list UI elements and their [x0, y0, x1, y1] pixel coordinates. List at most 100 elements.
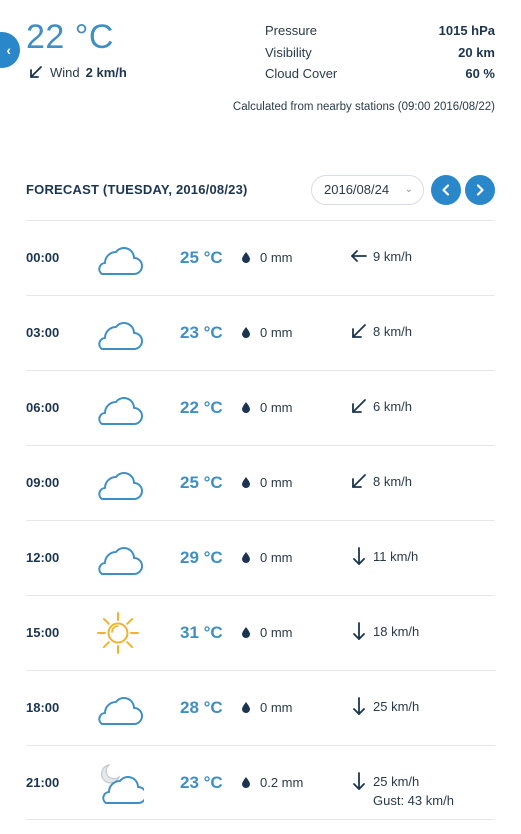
wind-direction-s-icon	[350, 772, 368, 790]
forecast-precipitation: 0 mm	[242, 400, 293, 415]
chevron-left-icon	[442, 184, 450, 196]
forecast-time: 21:00	[26, 775, 60, 790]
wind-direction-s-icon	[350, 622, 368, 640]
forecast-time: 12:00	[26, 550, 60, 565]
wind-direction-sw-icon	[350, 397, 368, 415]
forecast-wind: 8 km/h	[350, 472, 412, 491]
precipitation-value: 0 mm	[260, 700, 293, 715]
stat-pressure: Pressure 1015 hPa	[265, 20, 495, 42]
forecast-title: FORECAST (TUESDAY, 2016/08/23)	[26, 182, 248, 197]
forecast-wind: 6 km/h	[350, 397, 412, 416]
forecast-row: 21:00 23 °C 0.2 mm 25 km/h Gust: 43 km/h	[26, 745, 495, 820]
back-button[interactable]: ‹	[0, 32, 20, 68]
wind-direction-w-icon	[350, 247, 368, 265]
precipitation-value: 0 mm	[260, 250, 293, 265]
chevron-down-icon: ⌄	[404, 184, 413, 195]
date-select[interactable]: 2016/08/24 ⌄	[311, 175, 424, 205]
precipitation-value: 0 mm	[260, 325, 293, 340]
forecast-time: 18:00	[26, 700, 60, 715]
forecast-time: 09:00	[26, 475, 60, 490]
stat-label: Cloud Cover	[265, 66, 338, 81]
precipitation-value: 0.2 mm	[260, 775, 304, 790]
forecast-wind: 9 km/h	[350, 247, 412, 266]
forecast-precipitation: 0 mm	[242, 550, 293, 565]
raindrop-icon	[242, 552, 250, 563]
raindrop-icon	[242, 327, 250, 338]
stat-value: 1015 hPa	[438, 23, 495, 38]
moon-cloud-icon	[92, 761, 147, 805]
precipitation-value: 0 mm	[260, 625, 293, 640]
previous-day-button[interactable]	[431, 175, 461, 205]
wind-speed: 8 km/h	[373, 474, 413, 489]
wind-speed: 6 km/h	[373, 399, 413, 414]
cloud-icon	[92, 236, 144, 280]
forecast-wind: 25 km/h	[350, 697, 419, 716]
forecast-wind: 25 km/h Gust: 43 km/h	[350, 772, 454, 810]
stat-cloud-cover: Cloud Cover 60 %	[265, 63, 495, 85]
wind-speed: 25 km/h	[373, 699, 420, 714]
forecast-temperature: 29 °C	[180, 548, 223, 567]
forecast-list: 00:00 25 °C 0 mm 9 km/h 03:00 23 °C 0 mm	[26, 220, 495, 820]
forecast-temperature: 22 °C	[180, 398, 223, 417]
next-day-button[interactable]	[465, 175, 495, 205]
precipitation-value: 0 mm	[260, 400, 293, 415]
calculation-note: Calculated from nearby stations (09:00 2…	[232, 101, 495, 113]
forecast-wind: 11 km/h	[350, 547, 418, 566]
wind-direction-sw-icon	[350, 322, 368, 340]
forecast-row: 15:00 31 °C 0 mm 18 km/h	[26, 595, 495, 670]
chevron-left-icon: ‹	[6, 42, 11, 58]
wind-direction-sw-icon	[350, 472, 368, 490]
forecast-temperature: 31 °C	[180, 623, 223, 642]
forecast-time: 15:00	[26, 625, 60, 640]
raindrop-icon	[242, 627, 250, 638]
stat-value: 20 km	[458, 44, 495, 60]
stat-label: Pressure	[265, 23, 318, 38]
stat-label: Visibility	[265, 44, 312, 60]
forecast-precipitation: 0 mm	[242, 700, 293, 715]
stat-visibility: Visibility 20 km	[265, 42, 495, 64]
raindrop-icon	[242, 702, 250, 713]
forecast-precipitation: 0 mm	[242, 475, 293, 490]
wind-label: Wind	[50, 64, 80, 80]
raindrop-icon	[242, 402, 250, 413]
cloud-icon	[92, 461, 144, 505]
forecast-wind: 18 km/h	[350, 622, 419, 641]
current-temperature: 22 °C	[26, 18, 114, 56]
forecast-wind: 8 km/h	[350, 322, 412, 341]
precipitation-value: 0 mm	[260, 475, 293, 490]
forecast-row: 09:00 25 °C 0 mm 8 km/h	[26, 445, 495, 520]
forecast-time: 06:00	[26, 400, 60, 415]
stat-value: 60 %	[465, 66, 495, 81]
wind-speed: 9 km/h	[373, 249, 413, 264]
forecast-row: 00:00 25 °C 0 mm 9 km/h	[26, 220, 495, 295]
chevron-right-icon	[476, 184, 484, 196]
forecast-row: 18:00 28 °C 0 mm 25 km/h	[26, 670, 495, 745]
cloud-icon	[92, 686, 144, 730]
wind-direction-sw-icon	[30, 66, 42, 78]
selected-date: 2016/08/24	[324, 182, 390, 197]
forecast-row: 12:00 29 °C 0 mm 11 km/h	[26, 520, 495, 595]
wind-speed: 11 km/h	[373, 549, 419, 564]
raindrop-icon	[242, 252, 250, 263]
forecast-precipitation: 0.2 mm	[242, 775, 303, 790]
cloud-icon	[92, 311, 144, 355]
forecast-temperature: 25 °C	[180, 248, 223, 267]
forecast-temperature: 28 °C	[180, 698, 223, 717]
forecast-time: 00:00	[26, 250, 60, 265]
wind-speed: 8 km/h	[373, 324, 413, 339]
forecast-precipitation: 0 mm	[242, 625, 293, 640]
wind-speed: 18 km/h	[373, 624, 420, 639]
forecast-header: FORECAST (TUESDAY, 2016/08/23) 2016/08/2…	[26, 174, 495, 208]
wind-gust: Gust: 43 km/h	[373, 793, 454, 808]
wind-direction-s-icon	[350, 547, 368, 565]
forecast-time: 03:00	[26, 325, 60, 340]
sun-icon	[92, 611, 144, 655]
precipitation-value: 0 mm	[260, 550, 293, 565]
forecast-precipitation: 0 mm	[242, 250, 293, 265]
forecast-temperature: 25 °C	[180, 473, 223, 492]
forecast-row: 03:00 23 °C 0 mm 8 km/h	[26, 295, 495, 370]
forecast-temperature: 23 °C	[180, 323, 223, 342]
cloud-icon	[92, 536, 144, 580]
forecast-temperature: 23 °C	[180, 773, 223, 792]
wind-direction-s-icon	[350, 697, 368, 715]
